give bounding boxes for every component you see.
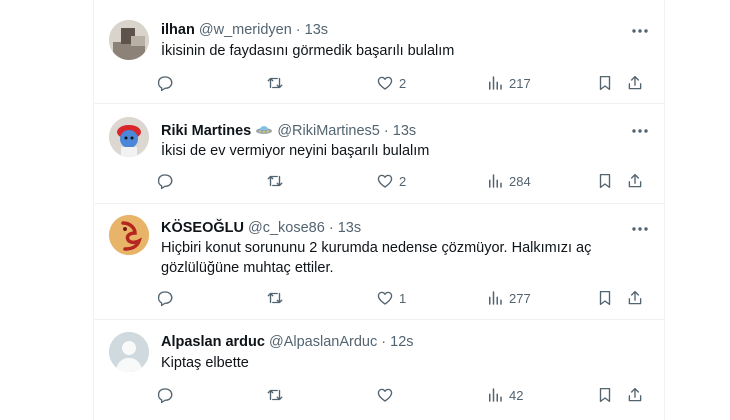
retweet-icon [267, 389, 283, 401]
views-chart-icon [489, 174, 502, 188]
tweet-text-line: gözlülüğüne muhtaç ettiler. [161, 260, 334, 276]
tweet-actions: 2 217 [156, 72, 656, 94]
heart-icon [377, 76, 393, 90]
views-button[interactable]: 42 [486, 384, 523, 406]
views-chart-icon [489, 291, 502, 305]
retweet-button[interactable] [266, 170, 284, 192]
bookmark-icon [599, 387, 611, 403]
share-button[interactable] [626, 287, 644, 309]
timestamp[interactable]: 13s [338, 220, 361, 236]
more-icon[interactable] [630, 220, 650, 238]
timestamp[interactable]: 12s [390, 334, 413, 350]
like-button[interactable]: 2 [376, 170, 406, 192]
share-button[interactable] [626, 72, 644, 94]
views-chart-icon [489, 76, 502, 90]
heart-icon [377, 291, 393, 305]
user-handle[interactable]: @c_kose86 [248, 220, 325, 236]
tweet[interactable]: ilhan @w_meridyen · 13s İkisinin de fayd… [94, 0, 664, 104]
views-button[interactable]: 277 [486, 287, 531, 309]
like-button[interactable] [376, 384, 394, 406]
share-button[interactable] [626, 384, 644, 406]
views-button[interactable]: 284 [486, 170, 531, 192]
view-count: 284 [509, 173, 531, 189]
more-icon[interactable] [630, 22, 650, 40]
share-button[interactable] [626, 170, 644, 192]
like-button[interactable]: 1 [376, 287, 406, 309]
tweet-text-line: Hiçbiri konut sorununu 2 kurumda nedense… [161, 240, 592, 256]
reply-icon [157, 174, 173, 190]
bookmark-icon [599, 290, 611, 306]
bookmark-icon [599, 173, 611, 189]
share-icon [628, 173, 642, 188]
user-handle[interactable]: @w_meridyen [199, 22, 292, 38]
retweet-icon [267, 77, 283, 89]
separator-dot: · [381, 334, 387, 350]
tweet-actions: 2 284 [156, 170, 656, 192]
view-count: 42 [509, 387, 524, 403]
display-name[interactable]: Riki Martines [161, 123, 251, 139]
views-button[interactable]: 217 [486, 72, 531, 94]
tweet-header: Riki Martines @RikiMartines5 · 13s [161, 121, 416, 142]
like-count: 2 [399, 75, 407, 91]
share-icon [628, 75, 642, 90]
tweet-actions: 42 [156, 384, 656, 406]
bookmark-button[interactable] [596, 72, 614, 94]
heart-icon [377, 388, 393, 402]
ufo-emoji-icon [255, 121, 273, 142]
separator-dot: · [328, 220, 334, 236]
views-chart-icon [489, 388, 502, 402]
separator-dot: · [295, 22, 301, 38]
tweet[interactable]: Alpaslan arduc @AlpaslanArduc · 12s Kipt… [94, 320, 664, 420]
retweet-button[interactable] [266, 384, 284, 406]
reply-button[interactable] [156, 72, 174, 94]
reply-icon [157, 291, 173, 307]
avatar[interactable] [109, 20, 149, 60]
display-name[interactable]: KÖSEOĞLU [161, 220, 244, 236]
view-count: 217 [509, 75, 531, 91]
avatar[interactable] [109, 215, 149, 255]
reply-button[interactable] [156, 170, 174, 192]
tweet-header: Alpaslan arduc @AlpaslanArduc · 12s [161, 333, 414, 351]
tweet[interactable]: KÖSEOĞLU @c_kose86 · 13s Hiçbiri konut s… [94, 204, 664, 320]
share-icon [628, 387, 642, 402]
more-icon[interactable] [630, 122, 650, 140]
share-icon [628, 290, 642, 305]
like-count: 2 [399, 173, 407, 189]
bookmark-icon [599, 75, 611, 91]
tweet-actions: 1 277 [156, 287, 656, 309]
retweet-icon [267, 292, 283, 304]
like-button[interactable]: 2 [376, 72, 406, 94]
retweet-button[interactable] [266, 287, 284, 309]
tweet-header: KÖSEOĞLU @c_kose86 · 13s [161, 219, 361, 237]
user-handle[interactable]: @RikiMartines5 [277, 123, 380, 139]
reply-icon [157, 76, 173, 92]
reply-button[interactable] [156, 384, 174, 406]
avatar[interactable] [109, 117, 149, 157]
reply-icon [157, 388, 173, 404]
view-count: 277 [509, 290, 531, 306]
tweet-text: İkisinin de faydasını görmedik başarılı … [161, 43, 455, 59]
retweet-button[interactable] [266, 72, 284, 94]
timestamp[interactable]: 13s [393, 123, 416, 139]
timeline: ilhan @w_meridyen · 13s İkisinin de fayd… [93, 0, 665, 420]
display-name[interactable]: ilhan [161, 22, 195, 38]
bookmark-button[interactable] [596, 287, 614, 309]
heart-icon [377, 174, 393, 188]
tweet-header: ilhan @w_meridyen · 13s [161, 21, 328, 39]
tweet[interactable]: Riki Martines @RikiMartines5 · 13s İkisi… [94, 104, 664, 204]
timestamp[interactable]: 13s [305, 22, 328, 38]
bookmark-button[interactable] [596, 170, 614, 192]
display-name[interactable]: Alpaslan arduc [161, 334, 265, 350]
tweet-text: Kiptaş elbette [161, 355, 249, 371]
tweet-text: İkisi de ev vermiyor neyini başarılı bul… [161, 143, 430, 159]
tweet-text: Hiçbiri konut sorununu 2 kurumda nedense… [161, 238, 631, 278]
retweet-icon [267, 175, 283, 187]
separator-dot: · [383, 123, 389, 139]
like-count: 1 [399, 290, 407, 306]
reply-button[interactable] [156, 287, 174, 309]
user-handle[interactable]: @AlpaslanArduc [269, 334, 377, 350]
avatar[interactable] [109, 332, 149, 372]
bookmark-button[interactable] [596, 384, 614, 406]
